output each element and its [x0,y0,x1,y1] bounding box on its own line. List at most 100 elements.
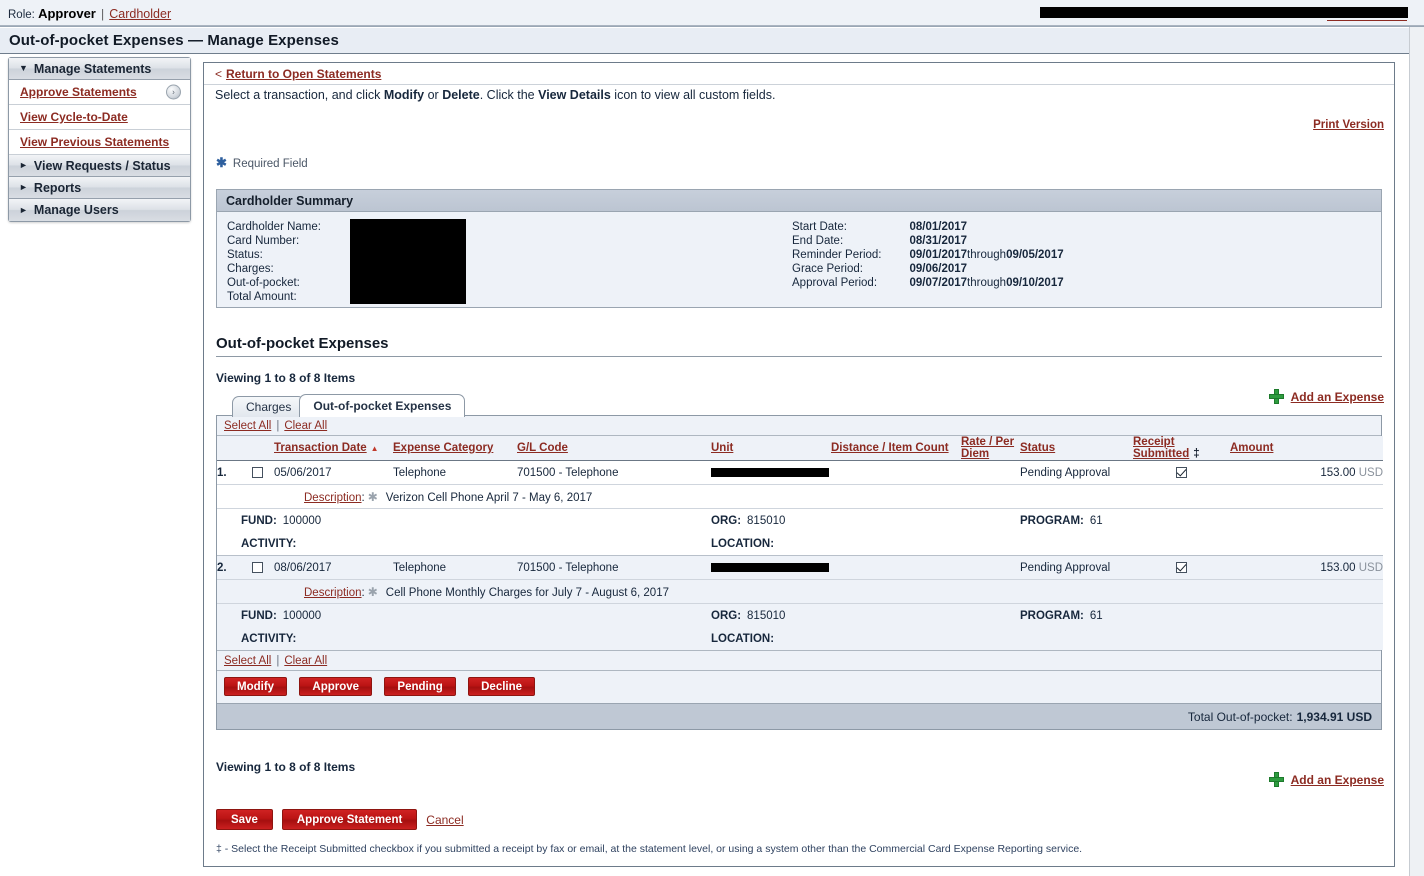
breadcrumb: < Return to Open Statements [204,63,1394,85]
tab-charges[interactable]: Charges [232,396,306,417]
custom-field-value: 815010 [747,609,786,622]
table-row-description: Description: ✱ Cell Phone Monthly Charges … [217,579,1383,604]
return-to-open-statements-link[interactable]: Return to Open Statements [226,67,381,81]
header-transaction-date-link[interactable]: Transaction Date [274,442,367,454]
row-select-cell[interactable] [241,555,274,580]
header-unit[interactable]: Unit [711,436,831,461]
clear-all-link-top[interactable]: Clear All [284,420,327,432]
table-row-custom-fields-1: FUND: 100000 ORG: 815010 PROGRAM: 61 [217,508,1383,532]
through-start-date [967,220,1006,234]
sidebar-item-label[interactable]: View Previous Statements [20,135,169,149]
cell-gl-code: 701500 - Telephone [517,555,711,580]
cell-receipt-submitted[interactable] [1133,460,1230,485]
table-header-row: Transaction Date ▲ Expense Category G/L C… [217,436,1383,461]
main-content-panel: < Return to Open Statements Select a tra… [203,62,1395,867]
cardholder-summary-header: Cardholder Summary [217,190,1381,212]
header-amount[interactable]: Amount [1230,436,1383,461]
sidebar-group-manage-users[interactable]: ► Manage Users [9,199,190,221]
table-row[interactable]: 1. 05/06/2017 Telephone 701500 - Telepho… [217,460,1383,485]
decline-button[interactable]: Decline [468,677,536,696]
custom-field-label: FUND: [241,609,277,622]
sidebar-item-label[interactable]: View Cycle-to-Date [20,110,128,124]
header-receipt-submitted[interactable]: Receipt Submitted ‡ [1133,436,1230,461]
header-gl-code-link[interactable]: G/L Code [517,442,568,454]
header-distance-item-count[interactable]: Distance / Item Count [831,436,961,461]
header-receipt-submitted-link[interactable]: Receipt Submitted [1133,436,1189,460]
custom-field-org: ORG: 815010 [711,603,1020,627]
header-gl-code[interactable]: G/L Code [517,436,711,461]
add-expense-link[interactable]: Add an Expense [1291,390,1384,404]
tab-out-of-pocket-expenses[interactable]: Out-of-pocket Expenses [299,394,466,417]
required-star-icon: ✱ [216,155,227,170]
row-select-cell[interactable] [241,460,274,485]
sidebar-group-view-requests-status[interactable]: ► View Requests / Status [9,155,190,177]
select-all-link-top[interactable]: Select All [224,420,271,432]
header-rate-per-diem[interactable]: Rate / Per Diem [961,436,1020,461]
role-switch-cardholder-link[interactable]: Cardholder [109,7,171,21]
label-charges: Charges: [227,263,274,275]
select-all-link-bottom[interactable]: Select All [224,655,271,667]
header-rate-per-diem-link[interactable]: Rate / Per Diem [961,436,1014,460]
receipt-submitted-footnote: ‡ - Select the Receipt Submitted checkbo… [216,843,1083,855]
row-select-checkbox[interactable] [252,561,263,573]
custom-field-location: LOCATION: [711,627,1383,650]
summary-date-row: End Date: 08/31/2017 [792,234,1064,248]
label-status: Status: [227,249,263,261]
header-distance-item-count-link[interactable]: Distance / Item Count [831,442,949,454]
cell-expense-category: Telephone [393,460,517,485]
add-expense-top[interactable]: Add an Expense [1268,389,1384,404]
pending-button[interactable]: Pending [384,677,456,696]
sidebar-item-label[interactable]: Approve Statements [20,85,137,99]
sidebar-item-view-previous-statements[interactable]: View Previous Statements [9,130,190,155]
redacted-cardholder-values [350,219,466,304]
modify-button[interactable]: Modify [224,677,288,696]
table-row[interactable]: 2. 08/06/2017 Telephone 701500 - Telepho… [217,555,1383,580]
approve-statement-button[interactable]: Approve Statement [281,809,418,830]
header-transaction-date[interactable]: Transaction Date ▲ [274,436,393,461]
required-field-note: ✱ Required Field [216,155,308,171]
amount-currency: USD [1358,561,1383,574]
sidebar-group-manage-statements[interactable]: ▼ Manage Statements [9,58,190,80]
header-status[interactable]: Status [1020,436,1133,461]
header-expense-category[interactable]: Expense Category [393,436,517,461]
header-status-link[interactable]: Status [1020,442,1055,454]
desc-spacer-index [217,579,241,604]
cell-receipt-submitted[interactable] [1133,555,1230,580]
cell-status: Pending Approval [1020,460,1133,485]
custom-field-label: ORG: [711,609,742,622]
cell-expense-category: Telephone [393,555,517,580]
approve-button[interactable]: Approve [299,677,373,696]
page-title-band: Out-of-pocket Expenses — Manage Expenses [0,28,1424,54]
header-amount-link[interactable]: Amount [1230,442,1273,454]
print-version-link[interactable]: Print Version [1313,119,1384,131]
sidebar-group-label: Manage Statements [33,61,152,76]
value-reminder-period: 09/01/2017 [909,249,968,261]
description-link[interactable]: Description [304,587,362,599]
receipt-submitted-checkbox[interactable] [1176,561,1187,573]
description-link[interactable]: Description [304,492,362,504]
sidebar-item-view-cycle-to-date[interactable]: View Cycle-to-Date [9,105,190,130]
go-arrow-icon: › [166,84,181,100]
page-title: Out-of-pocket Expenses — Manage Expenses [9,32,339,49]
custom-field-program: PROGRAM: 61 [1020,603,1383,627]
custom-field-value [296,633,302,645]
sidebar-group-reports[interactable]: ► Reports [9,177,190,199]
chevron-down-icon: ▼ [19,63,28,73]
value2-reminder-period: 09/05/2017 [1006,249,1064,261]
row-select-checkbox[interactable] [252,466,263,478]
header-expense-category-link[interactable]: Expense Category [393,442,493,454]
header-unit-link[interactable]: Unit [711,442,733,454]
clear-all-link-bottom[interactable]: Clear All [284,655,327,667]
cancel-link[interactable]: Cancel [426,813,463,827]
label-cardholder-name: Cardholder Name: [227,221,321,233]
through-grace-period [967,262,1006,276]
cardholder-summary-panel: Cardholder Summary Cardholder Name: Card… [216,189,1382,308]
cell-unit [711,555,831,580]
value-approval-period: 09/07/2017 [909,277,968,289]
sidebar-item-approve-statements[interactable]: Approve Statements › [9,80,190,105]
custom-field-label: LOCATION: [711,632,775,645]
add-expense-bottom[interactable]: Add an Expense [1268,772,1384,787]
receipt-submitted-checkbox[interactable] [1176,466,1187,478]
save-button[interactable]: Save [216,809,273,830]
add-expense-link[interactable]: Add an Expense [1291,773,1384,787]
